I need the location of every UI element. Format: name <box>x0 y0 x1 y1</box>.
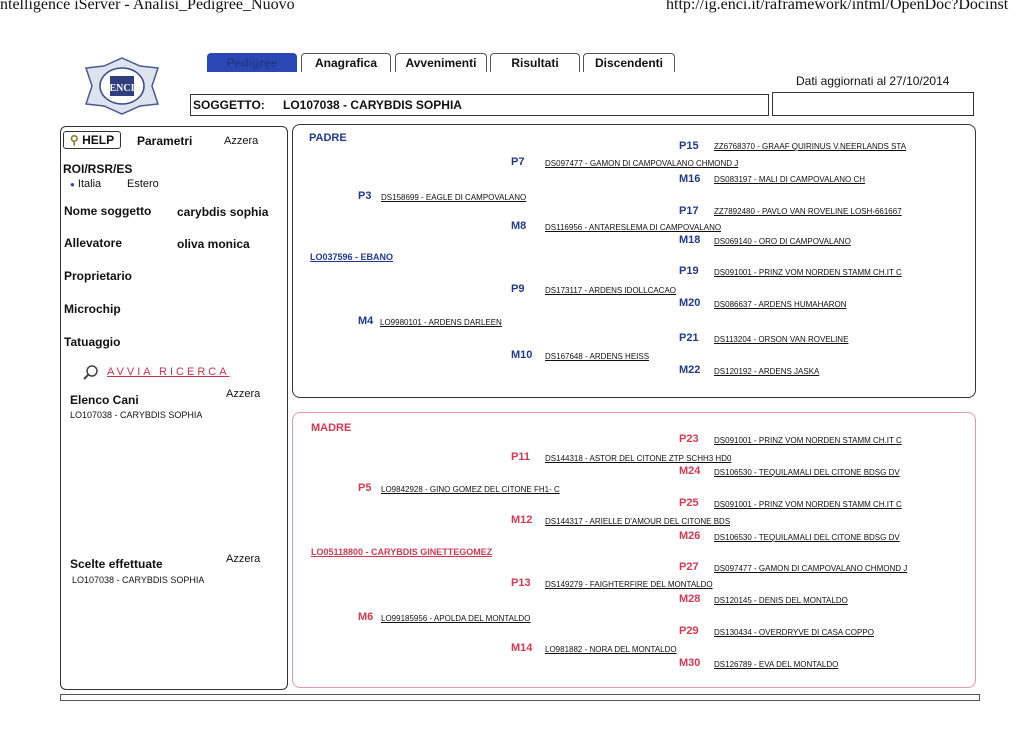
pedigree-link[interactable]: DS120145 - DENIS DEL MONTALDO <box>714 596 848 605</box>
pedigree-code: M6 <box>358 611 374 623</box>
pedigree-link[interactable]: DS091001 - PRINZ VOM NORDEN STAMM CH.IT … <box>714 500 902 509</box>
subject-label: SOGGETTO: <box>193 98 265 112</box>
pedigree-link[interactable]: ZZ6768370 - GRAAF QUIRINUS V.NEERLANDS S… <box>714 142 906 151</box>
url-text: http://ig.enci.it/raframework/intml/Open… <box>666 0 1009 13</box>
pedigree-link[interactable]: LO9980101 - ARDENS DARLEEN <box>380 318 502 327</box>
estero-radio[interactable]: Estero <box>127 178 159 190</box>
pedigree-link[interactable]: DS091001 - PRINZ VOM NORDEN STAMM CH.IT … <box>714 268 902 277</box>
pedigree-code: M26 <box>679 530 701 542</box>
svg-text:ENCI: ENCI <box>109 83 134 94</box>
search-icon[interactable] <box>82 364 100 382</box>
pedigree-code: P27 <box>679 561 699 573</box>
scelte-effettuate-label: Scelte effettuate <box>70 557 163 571</box>
pedigree-code: M8 <box>511 220 527 232</box>
pedigree-code: P11 <box>511 451 530 463</box>
tab-risultati[interactable]: Risultati <box>490 53 580 72</box>
tatuaggio-label: Tatuaggio <box>64 335 121 349</box>
help-icon: ⚲ <box>69 133 79 147</box>
pedigree-link[interactable]: DS158699 - EAGLE DI CAMPOVALANO <box>381 193 526 202</box>
pedigree-link[interactable]: DS167648 - ARDENS HEISS <box>545 352 649 361</box>
pedigree-link[interactable]: DS086637 - ARDENS HUMAHARON <box>714 300 846 309</box>
azzera-scelte-link[interactable]: Azzera <box>226 553 260 565</box>
allevatore-label: Allevatore <box>64 236 123 250</box>
pedigree-code: P3 <box>358 190 372 202</box>
pedigree-link[interactable]: DS097477 - GAMON DI CAMPOVALANO CHMOND J <box>714 564 907 573</box>
pedigree-code: P9 <box>511 283 525 295</box>
pedigree-link[interactable]: DS120192 - ARDENS JASKA <box>714 367 819 376</box>
elenco-cani-item[interactable]: LO107038 - CARYBDIS SOPHIA <box>70 410 202 420</box>
pedigree-code: P13 <box>511 577 531 589</box>
proprietario-label: Proprietario <box>64 269 133 283</box>
pedigree-code: M14 <box>511 642 533 654</box>
subject-bar: SOGGETTO: LO107038 - CARYBDIS SOPHIA <box>190 94 769 116</box>
subject-value: LO107038 - CARYBDIS SOPHIA <box>283 98 462 112</box>
pedigree-code: P19 <box>679 265 699 277</box>
pedigree-link[interactable]: DS083197 - MALI DI CAMPOVALANO CH <box>714 175 865 184</box>
padre-title: PADRE <box>309 132 347 144</box>
help-button[interactable]: ⚲ HELP <box>63 131 121 149</box>
microchip-label: Microchip <box>64 302 121 316</box>
pedigree-code: M12 <box>511 514 533 526</box>
dam-link[interactable]: LO05118800 - CARYBDIS GINETTEGOMEZ <box>311 547 492 557</box>
pedigree-link[interactable]: LO981882 - NORA DEL MONTALDO <box>545 645 677 654</box>
azzera-parametri-link[interactable]: Azzera <box>224 135 258 147</box>
nome-soggetto-label: Nome soggetto <box>64 204 152 218</box>
pedigree-code: M4 <box>358 315 374 327</box>
pedigree-code: M22 <box>679 364 701 376</box>
pedigree-code: P25 <box>679 497 699 509</box>
pedigree-link[interactable]: DS097477 - GAMON DI CAMPOVALANO CHMOND J <box>545 159 738 168</box>
pedigree-code: M28 <box>679 593 701 605</box>
pedigree-link[interactable]: DS149279 - FAIGHTERFIRE DEL MONTALDO <box>545 580 713 589</box>
pedigree-link[interactable]: DS106530 - TEQUILAMALI DEL CITONE BDSG D… <box>714 533 900 542</box>
pedigree-link[interactable]: DS106530 - TEQUILAMALI DEL CITONE BDSG D… <box>714 468 900 477</box>
pedigree-code: P7 <box>511 156 525 168</box>
pedigree-link[interactable]: DS126789 - EVA DEL MONTALDO <box>714 660 838 669</box>
italia-radio[interactable]: ● Italia <box>70 178 101 190</box>
pedigree-link[interactable]: DS091001 - PRINZ VOM NORDEN STAMM CH.IT … <box>714 436 902 445</box>
pedigree-code: M10 <box>511 349 533 361</box>
azzera-elenco-link[interactable]: Azzera <box>226 388 260 400</box>
enci-logo: ENCI <box>84 57 160 115</box>
tab-anagrafica[interactable]: Anagrafica <box>301 53 391 72</box>
pedigree-code: P29 <box>679 625 699 637</box>
pedigree-code: M24 <box>679 465 701 477</box>
radio-dot-icon: ● <box>70 180 75 189</box>
pedigree-code: P5 <box>358 482 372 494</box>
pedigree-link[interactable]: LO9842928 - GINO GOMEZ DEL CITONE FH1- C <box>381 485 560 494</box>
allevatore-value[interactable]: oliva monica <box>177 237 250 251</box>
pedigree-link[interactable]: DS130434 - OVERDRYVE DI CASA COPPO <box>714 628 874 637</box>
madre-title: MADRE <box>311 422 352 434</box>
pedigree-code: P17 <box>679 205 699 217</box>
subject-extra-box <box>772 92 974 116</box>
pedigree-code: P15 <box>679 140 699 152</box>
pedigree-link[interactable]: DS173117 - ARDENS IDOLLCACAO <box>545 286 676 295</box>
last-updated: Dati aggiornati al 27/10/2014 <box>796 74 950 88</box>
tab-discendenti[interactable]: Discendenti <box>583 53 675 72</box>
avvia-ricerca-link[interactable]: AVVIA RICERCA <box>107 366 230 378</box>
pedigree-link[interactable]: ZZ7892480 - PAVLO VAN ROVELINE LOSH-6616… <box>714 207 902 216</box>
pedigree-link[interactable]: DS069140 - ORO DI CAMPOVALANO <box>714 237 851 246</box>
nome-soggetto-value[interactable]: carybdis sophia <box>177 205 268 219</box>
horizontal-scrollbar[interactable] <box>60 694 980 701</box>
sire-link[interactable]: LO037596 - EBANO <box>310 252 393 262</box>
tab-pedigree[interactable]: Pedigree <box>207 53 297 72</box>
window-title: ntelligence iServer - Analisi_Pedigree_N… <box>0 0 295 13</box>
parametri-label: Parametri <box>137 134 193 148</box>
pedigree-link[interactable]: LO99185956 - APOLDA DEL MONTALDO <box>381 614 530 623</box>
pedigree-code: P21 <box>679 332 699 344</box>
pedigree-link[interactable]: DS144317 - ARIELLE D'AMOUR DEL CITONE BD… <box>545 517 730 526</box>
pedigree-link[interactable]: DS116956 - ANTARESLEMA DI CAMPOVALANO <box>545 223 721 232</box>
scelte-effettuate-item[interactable]: LO107038 - CARYBDIS SOPHIA <box>72 575 204 585</box>
pedigree-code: P23 <box>679 433 699 445</box>
pedigree-link[interactable]: DS113204 - ORSON VAN ROVELINE <box>714 335 848 344</box>
tab-avvenimenti[interactable]: Avvenimenti <box>395 53 487 72</box>
elenco-cani-label: Elenco Cani <box>70 393 139 407</box>
pedigree-code: M20 <box>679 297 701 309</box>
pedigree-code: M30 <box>679 657 701 669</box>
pedigree-code: M16 <box>679 173 701 185</box>
pedigree-code: M18 <box>679 234 701 246</box>
pedigree-link[interactable]: DS144318 - ASTOR DEL CITONE ZTP SCHH3 HD… <box>545 454 731 463</box>
roi-label: ROI/RSR/ES <box>63 162 133 176</box>
